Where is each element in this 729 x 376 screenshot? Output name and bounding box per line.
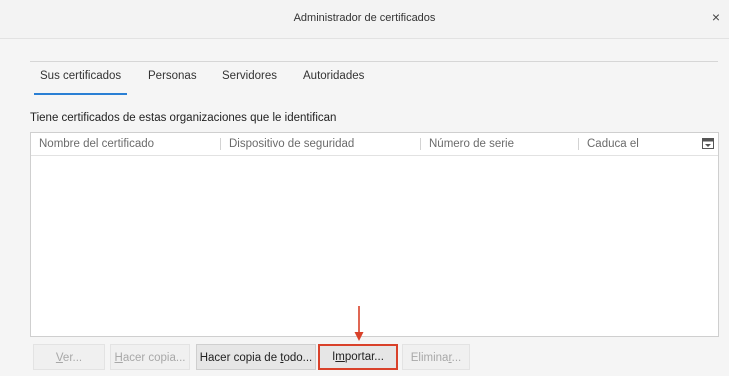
view-button[interactable]: Ver...: [33, 344, 105, 370]
column-header-serial-number[interactable]: Número de serie: [421, 133, 579, 155]
table-header: Nombre del certificado Dispositivo de se…: [31, 133, 718, 156]
tab-people[interactable]: Personas: [148, 70, 197, 90]
title-bar: Administrador de certificados ×: [0, 0, 729, 39]
certificate-manager-window: Administrador de certificados × Sus cert…: [0, 0, 729, 376]
column-header-expires-on[interactable]: Caduca el: [579, 133, 699, 155]
certificates-table: Nombre del certificado Dispositivo de se…: [30, 132, 719, 337]
column-picker-icon[interactable]: [702, 138, 714, 149]
tab-your-certificates[interactable]: Sus certificados: [33, 70, 128, 95]
close-icon[interactable]: ×: [707, 8, 725, 26]
backup-button[interactable]: Hacer copia...: [110, 344, 190, 370]
column-header-security-device[interactable]: Dispositivo de seguridad: [221, 133, 421, 155]
table-body[interactable]: [31, 156, 718, 336]
tab-authorities[interactable]: Autoridades: [303, 70, 364, 90]
tab-servers[interactable]: Servidores: [222, 70, 277, 90]
down-arrow-icon: [354, 306, 364, 341]
tab-bar: Sus certificados Personas Servidores Aut…: [30, 61, 718, 95]
column-header-certificate-name[interactable]: Nombre del certificado: [31, 133, 221, 155]
delete-button[interactable]: Eliminar...: [402, 344, 470, 370]
backup-all-button[interactable]: Hacer copia de todo...: [196, 344, 316, 370]
import-button[interactable]: Importar...: [318, 344, 398, 370]
certificates-description: Tiene certificados de estas organizacion…: [30, 112, 337, 124]
window-title: Administrador de certificados: [293, 12, 436, 24]
